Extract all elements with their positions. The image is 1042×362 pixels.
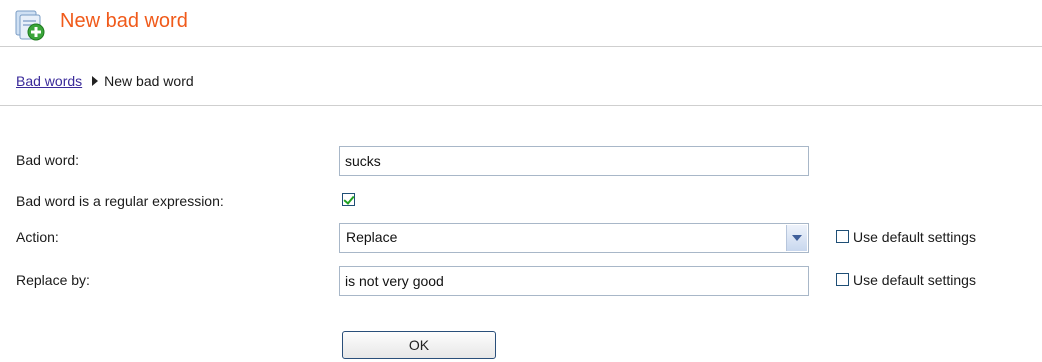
replace-by-label: Replace by:	[16, 272, 90, 288]
breadcrumb: Bad words New bad word	[16, 73, 194, 89]
action-use-default-checkbox[interactable]	[836, 230, 849, 243]
breadcrumb-arrow-icon	[92, 76, 99, 87]
bad-word-input[interactable]: sucks	[339, 146, 809, 176]
breadcrumb-current: New bad word	[104, 73, 194, 89]
page-title: New bad word	[60, 10, 188, 32]
bad-word-label: Bad word:	[16, 152, 80, 168]
page-header: New bad word	[0, 0, 1042, 47]
action-select[interactable]: Replace	[339, 223, 809, 253]
chevron-down-icon[interactable]	[786, 225, 807, 251]
documents-add-icon	[15, 10, 45, 41]
ok-button[interactable]: OK	[342, 331, 496, 359]
replace-by-use-default-label: Use default settings	[853, 272, 976, 288]
regex-checkbox[interactable]	[342, 193, 355, 206]
action-row: Action: Replace Use default settings	[0, 223, 1042, 253]
divider	[0, 105, 1042, 106]
replace-by-row: Replace by: is not very good Use default…	[0, 266, 1042, 296]
regex-row: Bad word is a regular expression:	[0, 186, 1042, 216]
replace-by-input[interactable]: is not very good	[339, 266, 809, 296]
action-use-default-label: Use default settings	[853, 229, 976, 245]
replace-by-use-default-checkbox[interactable]	[836, 273, 849, 286]
bad-word-row: Bad word: sucks	[0, 146, 1042, 176]
action-label: Action:	[16, 229, 59, 245]
breadcrumb-link-bad-words[interactable]: Bad words	[16, 73, 82, 89]
action-select-value: Replace	[346, 229, 398, 245]
regex-label: Bad word is a regular expression:	[16, 193, 224, 209]
